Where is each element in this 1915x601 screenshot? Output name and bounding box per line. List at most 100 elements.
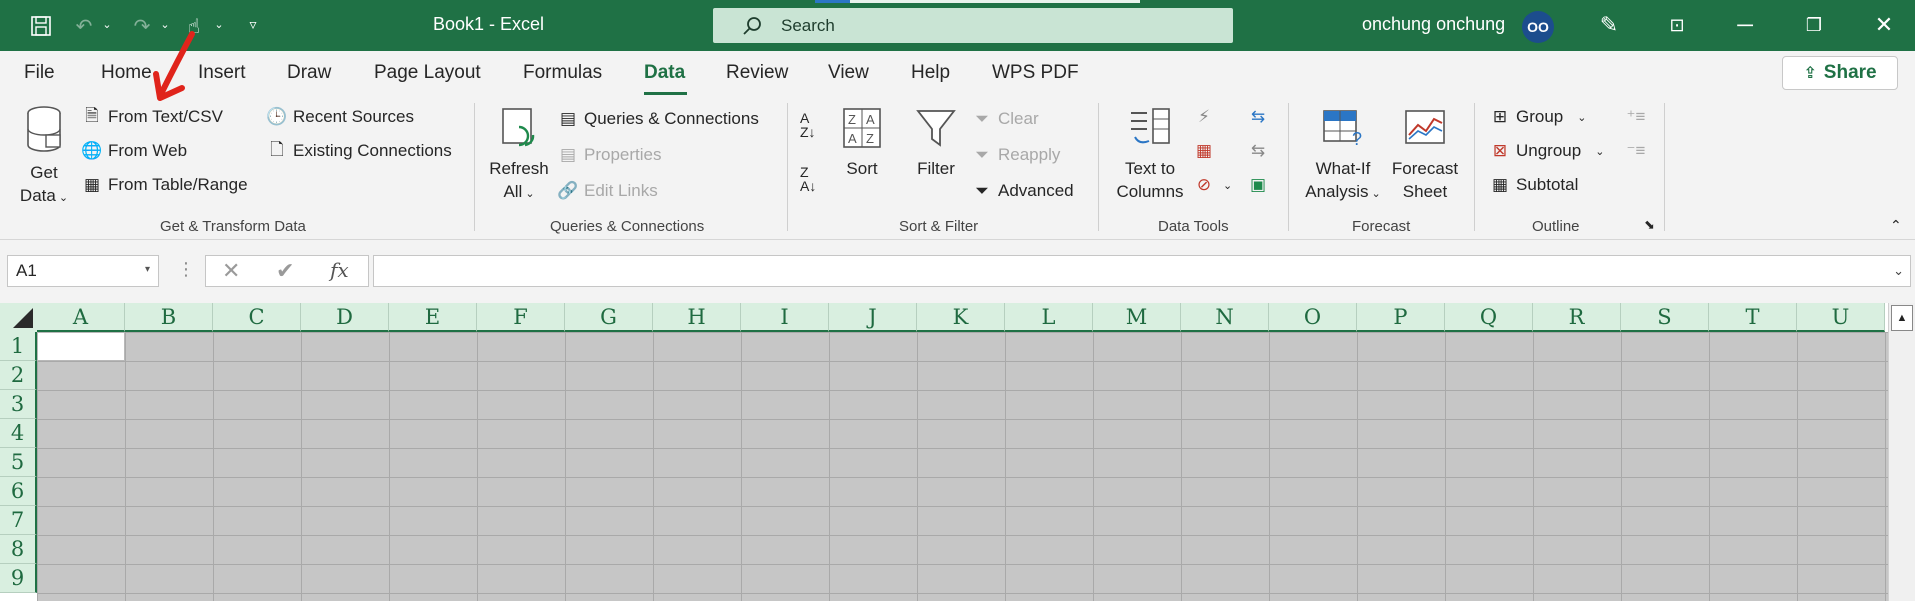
scroll-up-icon[interactable]: ▲ [1891, 305, 1913, 331]
reapply-button[interactable]: ⏷ Reapply [970, 143, 1060, 167]
sort-button[interactable]: ZAAZ Sort [838, 105, 886, 180]
column-header[interactable]: C [213, 303, 301, 332]
search-box[interactable]: Search [713, 8, 1233, 43]
sort-a-to-z-button[interactable]: A Z↓ [800, 111, 816, 139]
tab-review[interactable]: Review [726, 62, 788, 84]
column-header[interactable]: B [125, 303, 213, 332]
select-all-button[interactable] [0, 303, 37, 332]
show-detail-button[interactable]: ⁺≡ [1624, 105, 1652, 129]
undo-dropdown-icon[interactable]: ⌄ [100, 18, 114, 31]
column-header[interactable]: H [653, 303, 741, 332]
subtotal-button[interactable]: ▦ Subtotal [1488, 173, 1578, 197]
collapse-ribbon-button[interactable]: ⌃ [1890, 217, 1902, 234]
ungroup-button[interactable]: ⊠ Ungroup ⌄ [1488, 139, 1605, 163]
hide-detail-button[interactable]: ⁻≡ [1624, 139, 1652, 163]
vertical-scrollbar[interactable]: ▲ [1888, 303, 1915, 601]
get-data-button[interactable]: Get Data ⌄ [14, 105, 74, 210]
ribbon-display-icon[interactable]: ⊡ [1660, 10, 1694, 40]
column-header[interactable]: N [1181, 303, 1269, 332]
row-header[interactable]: 9 [0, 564, 37, 593]
row-header[interactable]: 7 [0, 506, 37, 535]
recent-sources-button[interactable]: 🕒 Recent Sources [265, 105, 414, 129]
consolidate-button[interactable]: ⇆ [1246, 105, 1274, 129]
formula-input[interactable]: ⌄ [373, 255, 1911, 287]
existing-connections-button[interactable]: 🗋 Existing Connections [265, 139, 452, 163]
row-header[interactable]: 2 [0, 361, 37, 390]
tab-wps-pdf[interactable]: WPS PDF [992, 62, 1079, 84]
tab-formulas[interactable]: Formulas [523, 62, 602, 84]
edit-links-button[interactable]: 🔗 Edit Links [556, 179, 657, 203]
row-header[interactable]: 5 [0, 448, 37, 477]
restore-icon[interactable]: ❐ [1797, 10, 1831, 40]
column-header[interactable]: P [1357, 303, 1445, 332]
row-header[interactable]: 8 [0, 535, 37, 564]
clear-button[interactable]: ⏷ Clear [970, 107, 1038, 131]
touch-dropdown-icon[interactable]: ⌄ [212, 18, 226, 31]
text-to-columns-button[interactable]: Text to Columns [1108, 105, 1192, 203]
pen-icon[interactable]: ✎ [1592, 10, 1626, 40]
tab-draw[interactable]: Draw [287, 62, 331, 84]
data-validation-button[interactable]: ⊘ ⌄ [1192, 173, 1232, 197]
column-header[interactable]: Q [1445, 303, 1533, 332]
from-table-range-button[interactable]: ▦ From Table/Range [80, 173, 248, 197]
user-name[interactable]: onchung onchung [1362, 14, 1505, 35]
tab-page-layout[interactable]: Page Layout [374, 62, 481, 84]
cancel-icon[interactable]: ✕ [222, 258, 240, 284]
active-cell[interactable] [37, 332, 125, 361]
remove-duplicates-button[interactable]: ▦ [1192, 139, 1220, 163]
column-header[interactable]: G [565, 303, 653, 332]
tab-file[interactable]: File [24, 62, 55, 84]
what-if-analysis-button[interactable]: ? What-If Analysis ⌄ [1300, 105, 1386, 206]
queries-connections-button[interactable]: ▤ Queries & Connections [556, 107, 759, 131]
cell-grid[interactable] [37, 332, 1888, 601]
tab-home[interactable]: Home [101, 62, 152, 84]
forecast-sheet-button[interactable]: Forecast Sheet [1384, 105, 1466, 203]
properties-button[interactable]: ▤ Properties [556, 143, 662, 167]
column-header[interactable]: A [37, 303, 125, 332]
share-button[interactable]: ⇪ Share [1782, 56, 1898, 90]
save-icon[interactable] [27, 12, 55, 40]
tab-help[interactable]: Help [911, 62, 950, 84]
more-options-icon[interactable]: ⋮ [177, 259, 195, 280]
tab-data[interactable]: Data [644, 62, 685, 84]
minimize-icon[interactable]: ─ [1728, 10, 1762, 40]
enter-icon[interactable]: ✔ [276, 258, 294, 284]
avatar[interactable]: OO [1522, 11, 1554, 43]
column-header[interactable]: R [1533, 303, 1621, 332]
insert-function-icon[interactable]: fx [330, 258, 349, 282]
column-header[interactable]: S [1621, 303, 1709, 332]
row-header[interactable]: 3 [0, 390, 37, 419]
tab-view[interactable]: View [828, 62, 869, 84]
column-header[interactable]: J [829, 303, 917, 332]
advanced-button[interactable]: ⏷ Advanced [970, 179, 1073, 203]
column-header[interactable]: O [1269, 303, 1357, 332]
outline-settings-launcher[interactable]: ⬊ [1644, 217, 1655, 233]
row-header[interactable]: 6 [0, 477, 37, 506]
column-header[interactable]: E [389, 303, 477, 332]
column-header[interactable]: D [301, 303, 389, 332]
filter-button[interactable]: Filter [912, 105, 960, 180]
row-header[interactable]: 4 [0, 419, 37, 448]
properties-icon: ▤ [559, 145, 577, 164]
column-header[interactable]: F [477, 303, 565, 332]
chevron-down-icon: ⌄ [58, 192, 69, 204]
customize-quick-access-icon[interactable]: ▿ [246, 16, 260, 33]
flash-fill-button[interactable]: ⚡ [1192, 105, 1220, 129]
undo-icon[interactable]: ↶ [70, 12, 98, 40]
name-box[interactable]: A1 ▾ [7, 255, 159, 287]
row-header[interactable]: 1 [0, 332, 37, 361]
column-header[interactable]: K [917, 303, 1005, 332]
manage-data-model-button[interactable]: ▣ [1246, 173, 1274, 197]
column-header[interactable]: T [1709, 303, 1797, 332]
close-icon[interactable]: ✕ [1867, 10, 1901, 40]
column-header[interactable]: M [1093, 303, 1181, 332]
relationships-button[interactable]: ⇆ [1246, 139, 1274, 163]
sort-z-to-a-button[interactable]: Z A↓ [800, 165, 816, 193]
column-header[interactable]: I [741, 303, 829, 332]
from-web-button[interactable]: 🌐 From Web [80, 139, 187, 163]
expand-formula-icon[interactable]: ⌄ [1893, 263, 1904, 279]
group-button[interactable]: ⊞ Group ⌄ [1488, 105, 1587, 129]
column-header[interactable]: L [1005, 303, 1093, 332]
column-header[interactable]: U [1797, 303, 1885, 332]
refresh-all-button[interactable]: Refresh All ⌄ [488, 105, 550, 206]
